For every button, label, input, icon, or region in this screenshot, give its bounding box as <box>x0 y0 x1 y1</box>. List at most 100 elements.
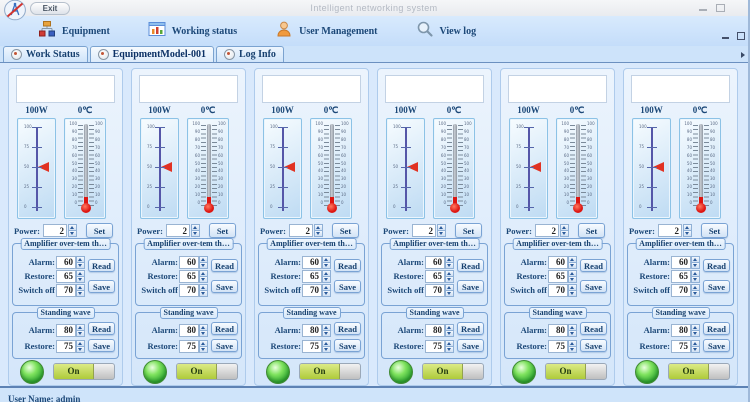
read-button[interactable]: Read <box>703 259 730 272</box>
restore-input[interactable] <box>302 270 322 283</box>
read-button[interactable]: Read <box>580 322 607 335</box>
toolbar-button-working-status[interactable]: Working status <box>144 19 241 43</box>
on-toggle-button[interactable]: On <box>668 363 730 380</box>
restore-input[interactable] <box>56 270 76 283</box>
spin-up-button[interactable] <box>445 324 454 331</box>
switch-off-input[interactable] <box>56 284 76 297</box>
spin-down-button[interactable] <box>199 263 208 269</box>
toolbar-button-view-log[interactable]: View log <box>412 19 481 43</box>
switch-off-input[interactable] <box>179 284 199 297</box>
mdi-restore-button[interactable] <box>737 32 745 40</box>
read-button[interactable]: Read <box>703 322 730 335</box>
spin-down-button[interactable] <box>76 331 85 337</box>
alarm-input[interactable] <box>56 324 76 337</box>
tab-equipment-model-001[interactable]: EquipmentModel-001 <box>90 46 214 62</box>
set-button[interactable]: Set <box>332 223 359 238</box>
on-toggle-button[interactable]: On <box>299 363 361 380</box>
read-button[interactable]: Read <box>88 259 115 272</box>
spin-up-button[interactable] <box>76 284 85 291</box>
spin-down-button[interactable] <box>568 331 577 337</box>
spin-down-button[interactable] <box>76 347 85 353</box>
spin-down-button[interactable] <box>568 291 577 297</box>
spin-down-button[interactable] <box>691 347 700 353</box>
spin-down-button[interactable] <box>691 277 700 283</box>
spin-down-button[interactable] <box>322 331 331 337</box>
spin-up-button[interactable] <box>445 270 454 277</box>
spin-down-button[interactable] <box>191 231 200 237</box>
spin-up-button[interactable] <box>76 340 85 347</box>
power-input[interactable] <box>166 224 190 237</box>
spin-down-button[interactable] <box>314 231 323 237</box>
spin-up-button[interactable] <box>199 284 208 291</box>
restore-input[interactable] <box>179 270 199 283</box>
spin-down-button[interactable] <box>322 347 331 353</box>
spin-up-button[interactable] <box>437 224 446 231</box>
spin-down-button[interactable] <box>445 291 454 297</box>
save-button[interactable]: Save <box>457 280 484 293</box>
restore-input[interactable] <box>425 270 445 283</box>
save-button[interactable]: Save <box>211 339 238 352</box>
read-button[interactable]: Read <box>88 322 115 335</box>
spin-down-button[interactable] <box>445 277 454 283</box>
spin-up-button[interactable] <box>76 324 85 331</box>
spin-down-button[interactable] <box>322 263 331 269</box>
spin-up-button[interactable] <box>568 324 577 331</box>
alarm-input[interactable] <box>425 256 445 269</box>
spin-up-button[interactable] <box>445 256 454 263</box>
restore-input[interactable] <box>548 270 568 283</box>
set-button[interactable]: Set <box>86 223 113 238</box>
minimize-button[interactable] <box>699 9 707 11</box>
spin-up-button[interactable] <box>322 270 331 277</box>
spin-up-button[interactable] <box>691 340 700 347</box>
restore-input[interactable] <box>671 340 691 353</box>
set-button[interactable]: Set <box>455 223 482 238</box>
spin-up-button[interactable] <box>76 256 85 263</box>
spin-down-button[interactable] <box>322 291 331 297</box>
alarm-input[interactable] <box>548 256 568 269</box>
alarm-input[interactable] <box>548 324 568 337</box>
spin-up-button[interactable] <box>322 324 331 331</box>
spin-up-button[interactable] <box>322 256 331 263</box>
spin-down-button[interactable] <box>445 347 454 353</box>
alarm-input[interactable] <box>671 256 691 269</box>
spin-up-button[interactable] <box>199 256 208 263</box>
tab-work-status[interactable]: Work Status <box>3 46 88 62</box>
read-button[interactable]: Read <box>211 322 238 335</box>
spin-down-button[interactable] <box>568 277 577 283</box>
spin-up-button[interactable] <box>314 224 323 231</box>
spin-up-button[interactable] <box>691 270 700 277</box>
tab-log-info[interactable]: Log Info <box>216 46 284 62</box>
power-input[interactable] <box>658 224 682 237</box>
read-button[interactable]: Read <box>334 322 361 335</box>
alarm-input[interactable] <box>56 256 76 269</box>
set-button[interactable]: Set <box>701 223 728 238</box>
power-input[interactable] <box>412 224 436 237</box>
spin-down-button[interactable] <box>445 331 454 337</box>
spin-down-button[interactable] <box>199 347 208 353</box>
restore-input[interactable] <box>671 270 691 283</box>
spin-down-button[interactable] <box>199 331 208 337</box>
spin-up-button[interactable] <box>445 340 454 347</box>
read-button[interactable]: Read <box>580 259 607 272</box>
save-button[interactable]: Save <box>457 339 484 352</box>
mdi-minimize-button[interactable] <box>722 37 729 39</box>
spin-down-button[interactable] <box>560 231 569 237</box>
read-button[interactable]: Read <box>457 259 484 272</box>
switch-off-input[interactable] <box>671 284 691 297</box>
spin-up-button[interactable] <box>199 340 208 347</box>
on-toggle-button[interactable]: On <box>422 363 484 380</box>
save-button[interactable]: Save <box>703 280 730 293</box>
spin-up-button[interactable] <box>568 340 577 347</box>
spin-up-button[interactable] <box>445 284 454 291</box>
spin-down-button[interactable] <box>199 277 208 283</box>
toolbar-button-equipment[interactable]: Equipment <box>34 19 114 43</box>
spin-down-button[interactable] <box>437 231 446 237</box>
spin-down-button[interactable] <box>199 291 208 297</box>
save-button[interactable]: Save <box>703 339 730 352</box>
power-input[interactable] <box>289 224 313 237</box>
power-input[interactable] <box>43 224 67 237</box>
on-toggle-button[interactable]: On <box>176 363 238 380</box>
spin-down-button[interactable] <box>691 331 700 337</box>
spin-up-button[interactable] <box>191 224 200 231</box>
spin-up-button[interactable] <box>691 284 700 291</box>
